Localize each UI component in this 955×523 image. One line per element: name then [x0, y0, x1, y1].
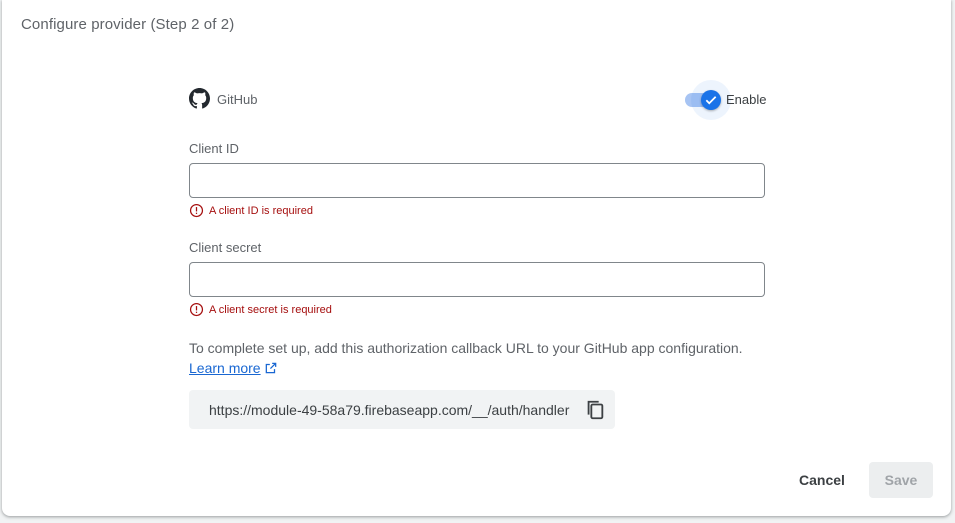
- callback-instructions: To complete set up, add this authorizati…: [189, 340, 743, 356]
- callback-url-box: https://module-49-58a79.firebaseapp.com/…: [189, 390, 615, 429]
- learn-more-link[interactable]: Learn more: [189, 360, 278, 376]
- learn-more-label: Learn more: [189, 360, 261, 376]
- error-icon: [189, 302, 204, 317]
- github-icon: [189, 88, 210, 109]
- configure-provider-dialog: Configure provider (Step 2 of 2) GitHub …: [2, 0, 951, 516]
- provider-name: GitHub: [217, 92, 258, 107]
- provider-row: GitHub Enable: [189, 80, 767, 120]
- cancel-button[interactable]: Cancel: [785, 462, 859, 498]
- client-secret-input[interactable]: [189, 262, 765, 297]
- dialog-title: Configure provider (Step 2 of 2): [21, 16, 235, 33]
- error-icon: [189, 203, 204, 218]
- external-link-icon: [265, 362, 276, 374]
- callback-url: https://module-49-58a79.firebaseapp.com/…: [209, 402, 570, 418]
- checkmark-icon: [705, 96, 717, 105]
- client-id-input[interactable]: [189, 163, 765, 198]
- client-id-error-text: A client ID is required: [209, 205, 313, 217]
- enable-toggle[interactable]: [685, 80, 731, 120]
- toggle-thumb: [701, 90, 721, 110]
- client-id-label: Client ID: [189, 141, 239, 156]
- enable-label: Enable: [726, 92, 767, 107]
- copy-icon[interactable]: [584, 399, 606, 421]
- client-secret-error-text: A client secret is required: [209, 304, 332, 316]
- client-secret-label: Client secret: [189, 240, 262, 255]
- save-button[interactable]: Save: [869, 462, 933, 498]
